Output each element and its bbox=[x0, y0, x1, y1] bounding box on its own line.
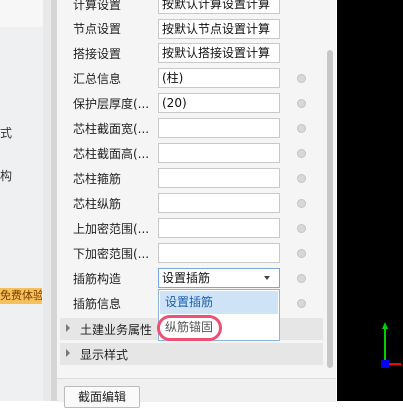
status-dot-icon bbox=[297, 199, 306, 208]
promo-badge[interactable]: 免费体验 bbox=[0, 288, 42, 304]
property-value-field[interactable] bbox=[158, 118, 280, 138]
property-label: 计算设置 bbox=[73, 0, 122, 12]
property-label: 芯柱截面高(... bbox=[73, 147, 150, 161]
left-sidebar-text[interactable]: 构 bbox=[0, 167, 12, 184]
property-label: 节点设置 bbox=[73, 22, 122, 36]
expand-caret-icon[interactable] bbox=[66, 324, 70, 332]
left-sidebar-panel bbox=[0, 27, 43, 401]
status-dot-icon bbox=[297, 174, 306, 183]
property-value-field[interactable]: 按默认节点设置计算 bbox=[158, 19, 280, 39]
property-label: 上加密范围(... bbox=[73, 222, 150, 236]
scrollbar[interactable] bbox=[325, 0, 336, 378]
property-value-field[interactable] bbox=[158, 193, 280, 213]
property-label: 保护层厚度(... bbox=[73, 97, 150, 111]
property-value-field[interactable]: 按默认搭接设置计算 bbox=[158, 43, 280, 63]
expand-caret-icon[interactable] bbox=[66, 349, 70, 357]
scrollbar-thumb[interactable] bbox=[327, 50, 333, 368]
property-label: 芯柱纵筋 bbox=[73, 197, 122, 211]
property-label: 下加密范围(... bbox=[73, 247, 150, 261]
divider bbox=[43, 0, 51, 401]
group-display-style[interactable]: 显示样式 bbox=[60, 343, 323, 365]
property-label: 芯柱截面宽(... bbox=[73, 122, 150, 136]
property-label: 插筋构造 bbox=[73, 272, 122, 286]
status-dot-icon bbox=[297, 99, 306, 108]
select-value: 设置插筋 bbox=[162, 271, 211, 285]
property-value-field[interactable] bbox=[158, 243, 280, 263]
dropdown-option-set-rebar[interactable]: 设置插筋 bbox=[160, 291, 278, 314]
property-value-field[interactable] bbox=[158, 218, 280, 238]
property-value-field[interactable]: (柱) bbox=[158, 68, 280, 88]
property-label: 芯柱箍筋 bbox=[73, 172, 122, 186]
left-sidebar: 式 构 免费体验 bbox=[0, 0, 43, 401]
status-dot-icon bbox=[297, 149, 306, 158]
rebar-construction-select[interactable]: 设置插筋 bbox=[158, 268, 280, 288]
property-value-field[interactable] bbox=[158, 143, 280, 163]
status-dot-icon bbox=[297, 74, 306, 83]
status-dot-icon bbox=[297, 274, 306, 283]
property-value-field[interactable]: (20) bbox=[158, 93, 280, 113]
group-label: 显示样式 bbox=[80, 348, 129, 362]
property-value-field[interactable] bbox=[158, 168, 280, 188]
section-edit-button[interactable]: 截面编辑 bbox=[64, 386, 140, 408]
left-sidebar-text[interactable]: 式 bbox=[0, 124, 12, 141]
status-dot-icon bbox=[297, 124, 306, 133]
property-value-field[interactable]: 按默认计算设置计算 bbox=[158, 0, 280, 14]
property-label: 搭接设置 bbox=[73, 47, 122, 61]
axis-gizmo-icon bbox=[381, 322, 401, 368]
highlight-annotation bbox=[157, 315, 222, 341]
status-dot-icon bbox=[297, 224, 306, 233]
status-dot-icon bbox=[297, 249, 306, 258]
status-dot-icon bbox=[297, 299, 306, 308]
property-label: 汇总信息 bbox=[73, 72, 122, 86]
group-label: 土建业务属性 bbox=[80, 323, 153, 337]
chevron-down-icon[interactable] bbox=[264, 276, 270, 280]
property-label: 插筋信息 bbox=[73, 297, 122, 311]
